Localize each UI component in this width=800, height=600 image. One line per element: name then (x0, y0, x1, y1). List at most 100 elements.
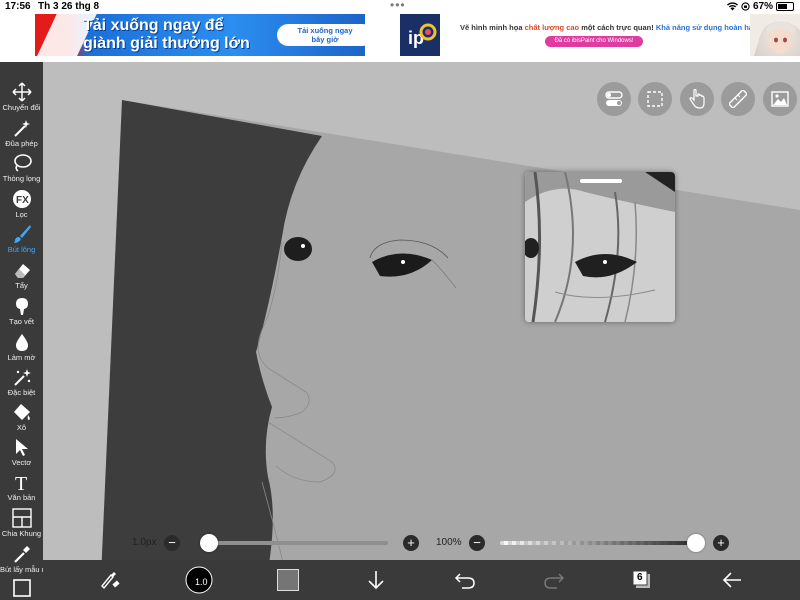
reference-window[interactable] (525, 172, 675, 322)
ad-left-cta-line2: bây giờ (311, 35, 339, 44)
undo-button[interactable] (453, 568, 477, 592)
ruler-button[interactable] (721, 82, 755, 116)
bucket-icon (13, 404, 30, 420)
ad-left-headline-line2: giành giải thưởng lớn (83, 35, 250, 52)
tool-eraser[interactable]: Tẩy (0, 260, 43, 290)
ibispaint-logo: ip (400, 14, 440, 56)
ad-anime-avatar (750, 14, 800, 56)
ad-banner-right[interactable]: ip Vẽ hình minh họa chất lượng cao một c… (400, 14, 800, 56)
ad-right-text: Vẽ hình minh họa chất lượng cao một cách… (460, 23, 760, 32)
artwork-left-eye-highlight (301, 244, 305, 248)
tool-smudge[interactable]: Tạo vết (0, 296, 43, 326)
special-icon (13, 369, 31, 386)
vector-icon (15, 439, 28, 456)
left-toolbar: Chuyển đổi Đũa phép Thòng lọng FX Lọc Bút lôn… (0, 62, 57, 600)
brush-size-plus-button[interactable]: + (403, 535, 419, 551)
brush-size-label: 1.0px (132, 537, 157, 548)
magic-wand-icon (13, 120, 30, 137)
orientation-lock-icon (741, 2, 750, 11)
ad-right-text-3: một cách trực quan! (581, 23, 654, 32)
bottom-toolbar (43, 560, 800, 600)
arrow-left-icon (722, 572, 741, 588)
brush-size-slider[interactable] (200, 541, 388, 545)
tool-move[interactable]: Chuyển đổi (0, 82, 43, 112)
layers-button[interactable]: 6 (630, 568, 654, 592)
layer-down-button[interactable] (364, 568, 388, 592)
reference-window-grab-handle[interactable] (580, 179, 622, 183)
ad-banner-left[interactable]: Tải xuống ngay để giành giải thưởng lớn … (35, 14, 365, 56)
tool-magic-wand[interactable]: Đũa phép (0, 118, 43, 148)
brush-eraser-swap-icon (101, 572, 120, 590)
tool-label: Bút lông (7, 245, 36, 254)
ad-right-button[interactable]: Đã có ibisPaint cho Windows! (545, 36, 643, 47)
brush-size-minus-button[interactable]: − (164, 535, 180, 551)
tool-canvas-frame[interactable] (0, 578, 43, 598)
tool-label: Đặc biệt (7, 388, 36, 397)
tool-eyedropper[interactable]: Bút lấy mẫu màu (0, 544, 57, 574)
eraser-icon (14, 264, 30, 278)
selection-button[interactable] (638, 82, 672, 116)
tool-label: Xô (16, 423, 27, 432)
ad-left-cta-line1: Tải xuống ngay (297, 26, 353, 35)
tool-frame-divider[interactable]: Chia Khung (0, 508, 43, 538)
tool-label: Lọc (15, 210, 28, 219)
artwork-right-eye-highlight (401, 260, 405, 264)
tool-fx[interactable]: FX Lọc (0, 189, 43, 219)
tool-brush[interactable]: Bút lông (0, 224, 43, 254)
reference-image (525, 172, 675, 322)
ad-left-cta-button[interactable]: Tải xuống ngay bây giờ (277, 24, 365, 46)
opacity-minus-button[interactable]: − (469, 535, 485, 551)
opacity-label: 100% (436, 537, 462, 548)
tool-blur[interactable]: Làm mờ (0, 332, 43, 362)
canvas-artwork[interactable] (0, 62, 800, 600)
tool-label: Tẩy (15, 281, 28, 290)
multitask-dots-icon[interactable]: ••• (390, 0, 406, 12)
reference-image-button[interactable] (763, 82, 797, 116)
status-time: 17:56 (5, 1, 31, 12)
tool-label: Làm mờ (7, 353, 36, 362)
tool-label: Văn bản (7, 493, 36, 502)
battery-fill (778, 4, 787, 9)
battery-icon (776, 2, 794, 11)
battery-percent: 67% (752, 1, 773, 12)
hand-pointer-icon (689, 89, 705, 109)
tool-lasso[interactable]: Thòng lọng (0, 153, 43, 183)
opacity-plus-button[interactable]: + (713, 535, 729, 551)
toggle-ui-button[interactable] (597, 82, 631, 116)
redo-button[interactable] (542, 568, 566, 592)
redo-icon (544, 573, 565, 589)
tool-label: Bút lấy mẫu màu (0, 565, 57, 574)
tool-bucket[interactable]: Xô (0, 402, 43, 432)
frame-divider-icon (11, 508, 32, 528)
tool-label: Chuyển đổi (2, 103, 41, 112)
drawing-canvas-area[interactable] (0, 62, 800, 600)
tool-label: Chia Khung (1, 529, 42, 538)
tool-label: Thòng lọng (2, 174, 41, 183)
tool-special[interactable]: Đặc biệt (0, 367, 43, 397)
tool-text[interactable]: T Văn bản (0, 472, 43, 502)
toggle-switch-icon (605, 91, 623, 106)
hand-tool-button[interactable] (680, 82, 714, 116)
brush-size-button[interactable]: 1.0 (185, 566, 213, 594)
opacity-slider-thumb[interactable] (687, 534, 705, 552)
brush-eraser-toggle-button[interactable] (98, 568, 122, 592)
svg-text:T: T (15, 473, 27, 492)
eyedropper-icon (13, 546, 30, 563)
status-right: 67% (726, 1, 794, 12)
lasso-icon (13, 154, 32, 172)
ad-right-text-1: Vẽ hình minh họa (460, 23, 523, 32)
ad-left-headline: Tải xuống ngay để giành giải thưởng lớn (83, 17, 250, 53)
status-bar: 17:56 Th 3 26 thg 8 ••• 67% (0, 0, 800, 14)
undo-icon (454, 573, 475, 589)
square-outline-icon (12, 579, 31, 597)
ad-left-headline-line1: Tải xuống ngay để (83, 17, 224, 34)
ibispaint-screen: 17:56 Th 3 26 thg 8 ••• 67% Tải xuống ng… (0, 0, 800, 600)
tool-vector[interactable]: Vectơ (0, 437, 43, 467)
color-button[interactable] (276, 568, 300, 592)
current-color-swatch (277, 569, 299, 591)
ad-right-text-4: Khả năng sử dụng hoàn hảo! (655, 23, 761, 32)
artwork-left-eye (284, 237, 312, 261)
svg-text:FX: FX (16, 195, 29, 206)
smudge-icon (15, 298, 28, 315)
back-button[interactable] (720, 568, 744, 592)
